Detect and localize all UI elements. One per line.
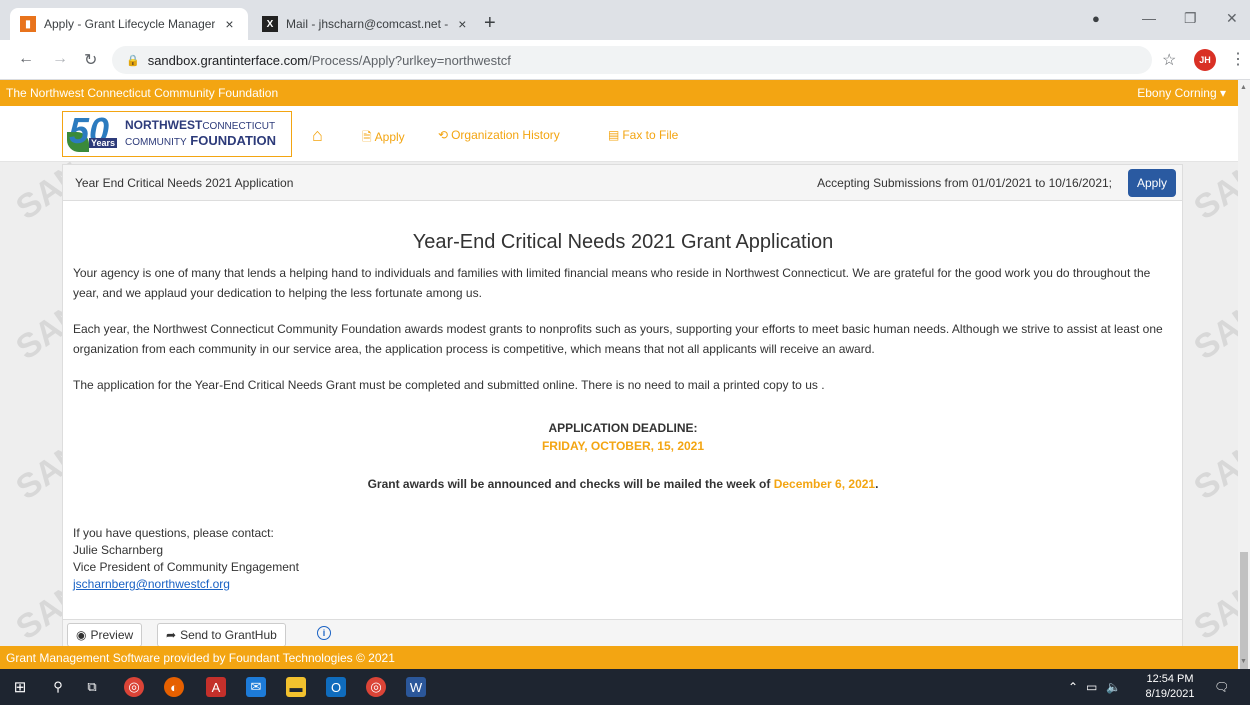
restore-icon[interactable]: ❐ xyxy=(1184,10,1197,27)
nav-fax-label: Fax to File xyxy=(622,128,679,142)
menu-kebab-icon[interactable]: ⋮ xyxy=(1230,49,1246,69)
logo-years: Years xyxy=(89,138,118,148)
deadline-label: APPLICATION DEADLINE: xyxy=(548,421,698,435)
minimize-icon[interactable]: — xyxy=(1142,10,1156,26)
accepting-submissions-text: Accepting Submissions from 01/01/2021 to… xyxy=(817,176,1112,190)
application-panel: Year End Critical Needs 2021 Application… xyxy=(62,164,1183,647)
page-scrollbar[interactable]: ▲ ▼ xyxy=(1238,80,1250,705)
fax-icon: ▤ xyxy=(608,128,620,142)
back-icon[interactable]: ← xyxy=(18,50,34,68)
profile-avatar[interactable]: JH xyxy=(1194,49,1216,71)
close-icon[interactable]: × xyxy=(225,16,233,32)
chevron-up-icon[interactable]: ⌃ xyxy=(1068,680,1078,694)
scroll-down-icon[interactable]: ▼ xyxy=(1240,658,1247,665)
task-view-icon[interactable]: ⧉ xyxy=(82,677,102,697)
acrobat-icon[interactable]: A xyxy=(206,677,226,697)
history-icon: ⟲ xyxy=(438,128,449,142)
contact-title: Vice President of Community Engagement xyxy=(73,560,299,574)
bookmark-star-icon[interactable]: ☆ xyxy=(1162,50,1176,70)
nav-apply-label: Apply xyxy=(374,130,405,144)
url-host: sandbox.grantinterface.com xyxy=(147,52,309,68)
page-title: Year-End Critical Needs 2021 Grant Appli… xyxy=(412,231,834,253)
contact-intro: If you have questions, please contact: xyxy=(73,526,274,540)
address-toolbar: ← → ↻ 🔒 sandbox.grantinterface.com/Proce… xyxy=(0,40,1250,80)
awards-line: Grant awards will be announced and check… xyxy=(73,477,1173,491)
chrome-profile-icon[interactable]: ◎ xyxy=(366,677,386,697)
preview-button[interactable]: ◉ Preview xyxy=(67,623,143,647)
eye-icon: ◉ xyxy=(76,628,87,642)
panel-title: Year End Critical Needs 2021 Application xyxy=(75,176,294,190)
forward-icon[interactable]: → xyxy=(52,50,68,68)
nav-fax-to-file[interactable]: ▤ Fax to File xyxy=(608,128,678,142)
home-icon[interactable]: ⌂ xyxy=(312,125,323,146)
clock-date: 8/19/2021 xyxy=(1145,688,1195,700)
foundation-logo[interactable]: 50 Years NORTHWESTCONNECTICUT COMMUNITY … xyxy=(62,110,292,157)
mail-app-icon[interactable]: ✉ xyxy=(246,677,266,697)
new-tab-button[interactable]: + xyxy=(484,12,496,35)
contact-email-link[interactable]: jscharnberg@northwestcf.org xyxy=(73,577,230,591)
awards-end: . xyxy=(875,477,879,491)
panel-header: Year End Critical Needs 2021 Application… xyxy=(63,165,1182,201)
contact-name: Julie Scharnberg xyxy=(73,543,164,557)
fifty-years-emblem: 50 Years xyxy=(67,110,121,154)
org-top-band: The Northwest Connecticut Community Foun… xyxy=(0,80,1238,106)
tab-title: Mail - jhscharn@comcast.net - xyxy=(286,17,449,31)
volume-icon[interactable]: 🔈 xyxy=(1106,680,1121,694)
reload-icon[interactable]: ↻ xyxy=(84,50,97,70)
logo-line1-rest: CONNECTICUT xyxy=(202,121,276,132)
grant-paragraph: Each year, the Northwest Connecticut Com… xyxy=(73,322,1163,356)
logo-line2-bold: FOUNDATION xyxy=(190,133,276,148)
close-icon[interactable]: × xyxy=(458,16,466,32)
logo-text: NORTHWESTCONNECTICUT COMMUNITY FOUNDATIO… xyxy=(125,118,276,150)
user-menu[interactable]: Ebony Corning ▾ xyxy=(1137,86,1226,100)
windows-taskbar: ⊞ ⚲ ⧉ ◎ ◐ A ✉ ▬ O ◎ W ⌃ ▭ 🔈 12:54 PM 8/1… xyxy=(0,669,1250,705)
org-name: The Northwest Connecticut Community Foun… xyxy=(6,86,279,100)
awards-text: Grant awards will be announced and check… xyxy=(367,477,771,491)
browser-tab-bar: ▮ Apply - Grant Lifecycle Manager × X Ma… xyxy=(0,0,1250,40)
footer-band: Grant Management Software provided by Fo… xyxy=(0,646,1238,669)
online-paragraph: The application for the Year-End Critica… xyxy=(73,378,825,392)
tab-title: Apply - Grant Lifecycle Manager xyxy=(44,17,216,31)
contact-block: If you have questions, please contact: J… xyxy=(73,525,299,593)
panel-footer: ◉ Preview ➦ Send to GrantHub i xyxy=(63,619,1182,647)
window-close-icon[interactable]: ✕ xyxy=(1226,10,1238,27)
lock-icon: 🔒 xyxy=(126,54,140,67)
info-icon[interactable]: i xyxy=(317,626,331,640)
word-icon[interactable]: W xyxy=(406,677,426,697)
notification-icon[interactable]: 🗨 xyxy=(1214,680,1229,694)
url-path: /Process/Apply?urlkey=northwestcf xyxy=(308,52,511,68)
logo-line2-rest: COMMUNITY xyxy=(125,137,187,148)
tab-apply[interactable]: ▮ Apply - Grant Lifecycle Manager × xyxy=(10,8,248,40)
extension-icon[interactable]: ● xyxy=(1092,11,1100,26)
logo-line1-bold: NORTHWEST xyxy=(125,118,203,132)
send-label: Send to GrantHub xyxy=(180,628,277,642)
nav-organization-history[interactable]: ⟲ Organization History xyxy=(438,128,560,142)
intro-paragraph: Your agency is one of many that lends a … xyxy=(73,266,1151,300)
tab-mail[interactable]: X Mail - jhscharn@comcast.net - × xyxy=(252,8,480,40)
windows-start-icon[interactable]: ⊞ xyxy=(10,677,30,697)
mail-favicon-icon: X xyxy=(262,16,278,32)
send-to-granthub-button[interactable]: ➦ Send to GrantHub xyxy=(157,623,286,647)
apply-button[interactable]: Apply xyxy=(1128,169,1176,197)
deadline-date: FRIDAY, OCTOBER, 15, 2021 xyxy=(541,439,705,453)
network-icon[interactable]: ▭ xyxy=(1086,680,1097,694)
file-explorer-icon[interactable]: ▬ xyxy=(286,677,306,697)
taskbar-clock[interactable]: 12:54 PM 8/19/2021 xyxy=(1144,672,1196,702)
nav-apply[interactable]: 🗎 Apply xyxy=(362,128,405,149)
share-arrow-icon: ➦ xyxy=(166,628,177,642)
footer-text: Grant Management Software provided by Fo… xyxy=(6,650,395,665)
url-bar[interactable]: 🔒 sandbox.grantinterface.com/Process/App… xyxy=(112,46,1152,74)
document-icon: 🗎 xyxy=(362,130,372,144)
outlook-icon[interactable]: O xyxy=(326,677,346,697)
main-nav: 50 Years NORTHWESTCONNECTICUT COMMUNITY … xyxy=(0,106,1238,162)
search-icon[interactable]: ⚲ xyxy=(48,677,68,697)
firefox-icon[interactable]: ◐ xyxy=(164,677,184,697)
clock-time: 12:54 PM xyxy=(1146,673,1194,685)
nav-org-history-label: Organization History xyxy=(451,128,560,142)
chrome-icon[interactable]: ◎ xyxy=(124,677,144,697)
awards-date: December 6, 2021 xyxy=(773,477,876,491)
scroll-up-icon[interactable]: ▲ xyxy=(1240,84,1247,91)
preview-label: Preview xyxy=(90,628,134,642)
foundant-favicon-icon: ▮ xyxy=(20,16,36,32)
